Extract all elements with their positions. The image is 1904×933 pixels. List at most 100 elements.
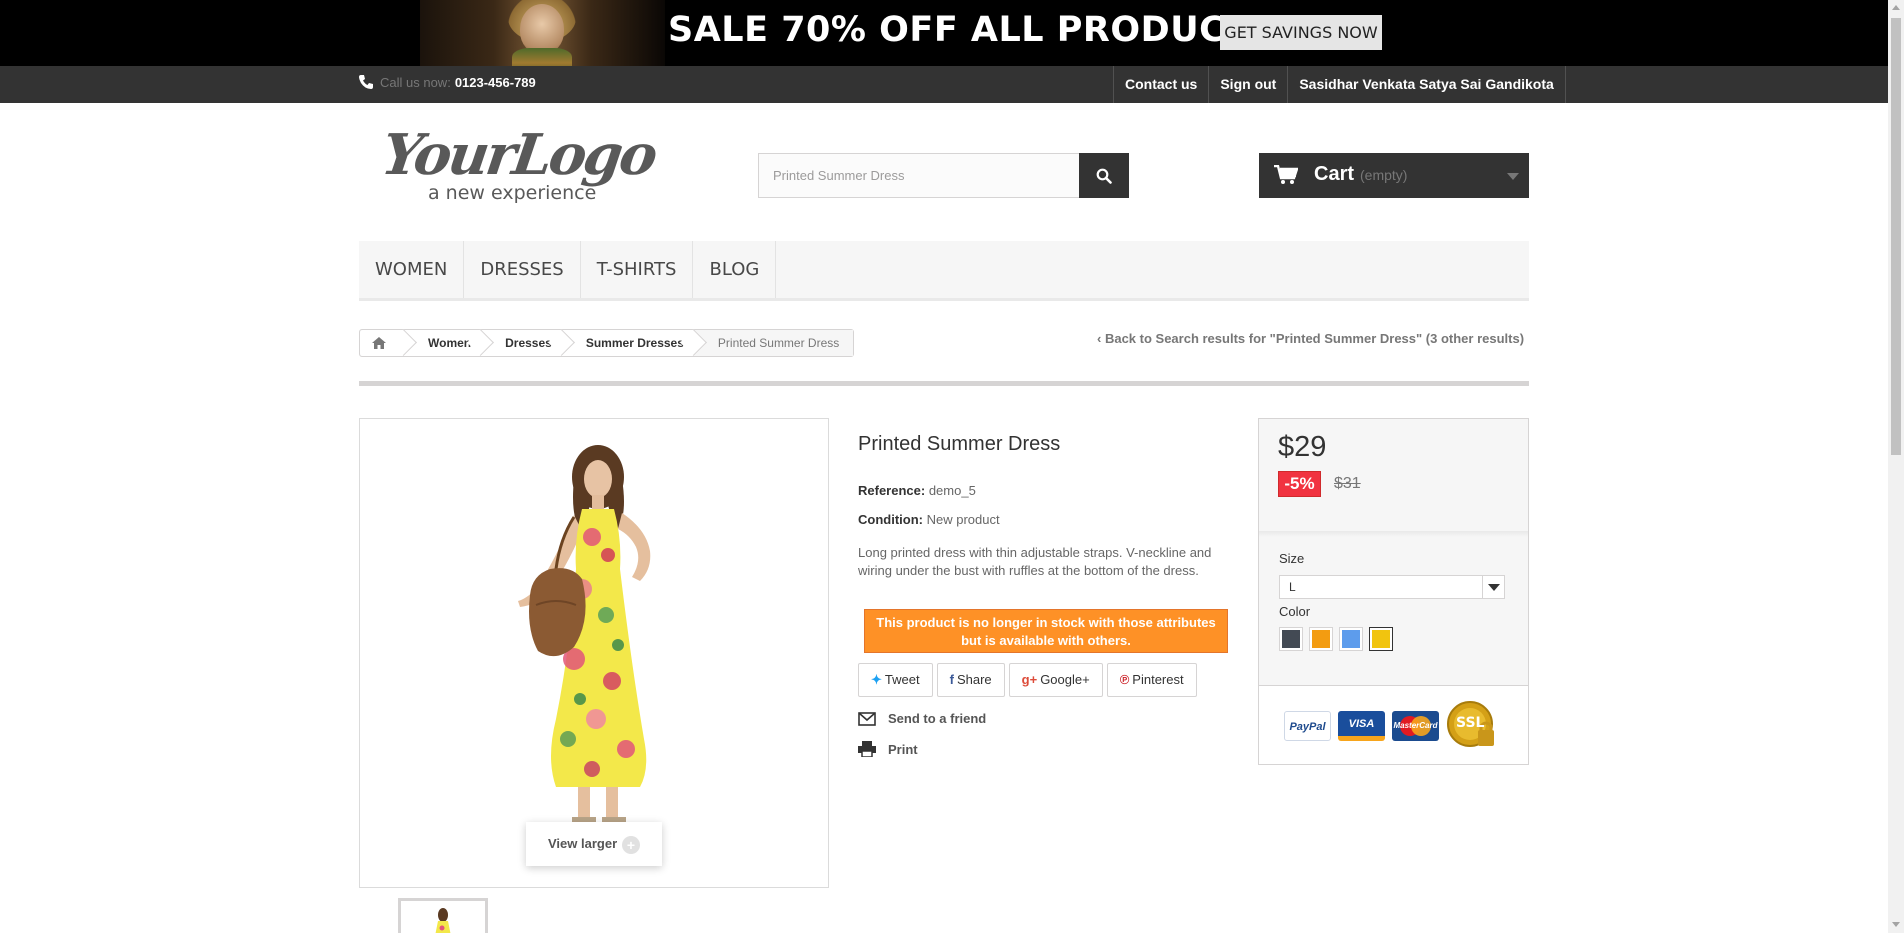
pinterest-label: Pinterest [1132,672,1184,687]
view-larger-button[interactable]: View larger + [526,822,662,866]
size-label: Size [1279,551,1305,566]
phone-icon [359,75,373,89]
condition-value: New product [926,512,1000,527]
menu-item-women[interactable]: WOMEN [359,241,465,298]
product-image[interactable] [359,418,829,888]
print-link[interactable]: Print [858,741,918,757]
google-plus-icon: g+ [1021,672,1038,687]
send-to-friend-link[interactable]: Send to a friend [858,711,986,726]
swatch-fill [1312,630,1330,648]
home-icon [372,337,386,349]
search-bar [758,153,1129,198]
product-condition: Condition: New product [858,512,1000,527]
zoom-icon: + [622,836,640,854]
breadcrumb-current: Printed Summer Dress [693,330,854,356]
tweet-label: Tweet [884,672,920,687]
mastercard-logo: MasterCard [1392,711,1439,741]
back-to-search-link[interactable]: ‹ Back to Search results for "Printed Su… [1097,331,1524,346]
condition-label: Condition: [858,512,923,527]
swatch-fill [1342,630,1360,648]
stock-warning: This product is no longer in stock with … [864,609,1228,653]
product-thumbnail[interactable] [398,898,488,933]
search-button[interactable] [1079,153,1129,198]
banner-headline: SALE 70% OFF ALL PRODUCTS [668,10,1276,50]
breadcrumb-label: Women [428,336,472,350]
ssl-badge: SSL [1446,700,1498,752]
breadcrumb-label: Dresses [505,336,552,350]
ssl-label: SSL [1456,715,1485,731]
breadcrumb-summer-dresses[interactable]: Summer Dresses [561,329,707,356]
account-link[interactable]: Sasidhar Venkata Satya Sai Gandikota [1287,66,1566,103]
view-larger-label: View larger [548,836,618,851]
color-swatch-blue[interactable] [1339,627,1363,651]
top-links: Contact us Sign out Sasidhar Venkata Sat… [1113,66,1566,103]
social-share-buttons: ✦ Tweet f Share g+ Google+ ℗ Pinterest [858,663,1197,697]
product-title: Printed Summer Dress [858,433,1061,455]
breadcrumb-label: Summer Dresses [585,336,684,350]
tweet-button[interactable]: ✦ Tweet [858,663,933,697]
share-label: Share [956,672,992,687]
top-nav-bar [0,66,1888,103]
search-icon [1096,168,1112,184]
discount-badge: -5% [1278,471,1321,497]
printer-icon [858,741,876,757]
scroll-down-icon[interactable] [1892,922,1900,927]
facebook-icon: f [949,672,954,687]
site-logo[interactable]: YourLogo a new experience [378,122,665,210]
phone-number: 0123-456-789 [454,74,536,90]
pinterest-button[interactable]: ℗ Pinterest [1106,663,1197,697]
product-price: $29 [1278,431,1327,463]
product-description: Long printed dress with thin adjustable … [858,545,1212,578]
cart-label: Cart [1314,163,1355,185]
search-input[interactable] [759,154,1079,197]
chevron-down-icon [1507,173,1519,180]
envelope-icon [858,711,876,726]
twitter-icon: ✦ [871,672,882,687]
paypal-logo: PayPal [1284,711,1331,741]
menu-item-t-shirts[interactable]: T-SHIRTS [581,241,694,298]
color-swatch-yellow[interactable] [1369,627,1393,651]
size-value: L [1289,580,1296,594]
color-label: Color [1279,604,1311,619]
old-price: $31 [1334,475,1361,492]
divider [1259,531,1528,537]
reference-value: demo_5 [928,483,976,498]
color-swatch-orange[interactable] [1309,627,1333,651]
svg-text:YourLogo: YourLogo [385,122,660,188]
size-select[interactable]: L [1279,575,1505,599]
divider [359,381,1529,386]
google-plus-label: Google+ [1040,672,1090,687]
call-us-label: Call us now: [380,74,451,90]
swatch-fill [1282,630,1300,648]
print-label: Print [888,741,918,757]
reference-label: Reference: [858,483,926,498]
color-swatch-dark-gray[interactable] [1279,627,1303,651]
send-to-friend-label: Send to a friend [888,711,987,726]
scrollbar-thumb[interactable] [1891,18,1901,455]
pinterest-icon: ℗ [1119,672,1130,687]
google-plus-button[interactable]: g+ Google+ [1008,663,1103,697]
cart-button[interactable]: Cart (empty) [1259,153,1529,198]
back-link-label: Back to Search results for "Printed Summ… [1104,331,1525,346]
color-swatches [1279,627,1393,651]
promo-banner[interactable]: SALE 70% OFF ALL PRODUCTS GET SAVINGS NO… [0,0,1888,66]
breadcrumb: Women Dresses Summer Dresses Printed Sum… [359,329,855,357]
shopping-cart-icon [1274,165,1298,184]
chevron-left-icon: ‹ [1097,331,1105,346]
get-savings-button[interactable]: GET SAVINGS NOW [1220,15,1382,50]
breadcrumb-label: Printed Summer Dress [717,336,840,350]
call-us-info: Call us now: 0123-456-789 [358,70,536,94]
menu-item-dresses[interactable]: DRESSES [464,241,581,298]
scroll-up-icon[interactable] [1892,5,1900,10]
main-menu: WOMEN DRESSES T-SHIRTS BLOG [359,241,1529,301]
contact-us-link[interactable]: Contact us [1113,66,1208,103]
page-scrollbar[interactable] [1888,0,1904,933]
chevron-down-icon [1482,576,1504,598]
product-reference: Reference: demo_5 [858,483,976,498]
svg-text:a new experience: a new experience [428,182,596,204]
sign-out-link[interactable]: Sign out [1208,66,1287,103]
visa-logo: VISA [1338,711,1385,741]
breadcrumb-home[interactable] [360,329,417,356]
share-button[interactable]: f Share [936,663,1005,697]
menu-item-blog[interactable]: BLOG [693,241,777,298]
